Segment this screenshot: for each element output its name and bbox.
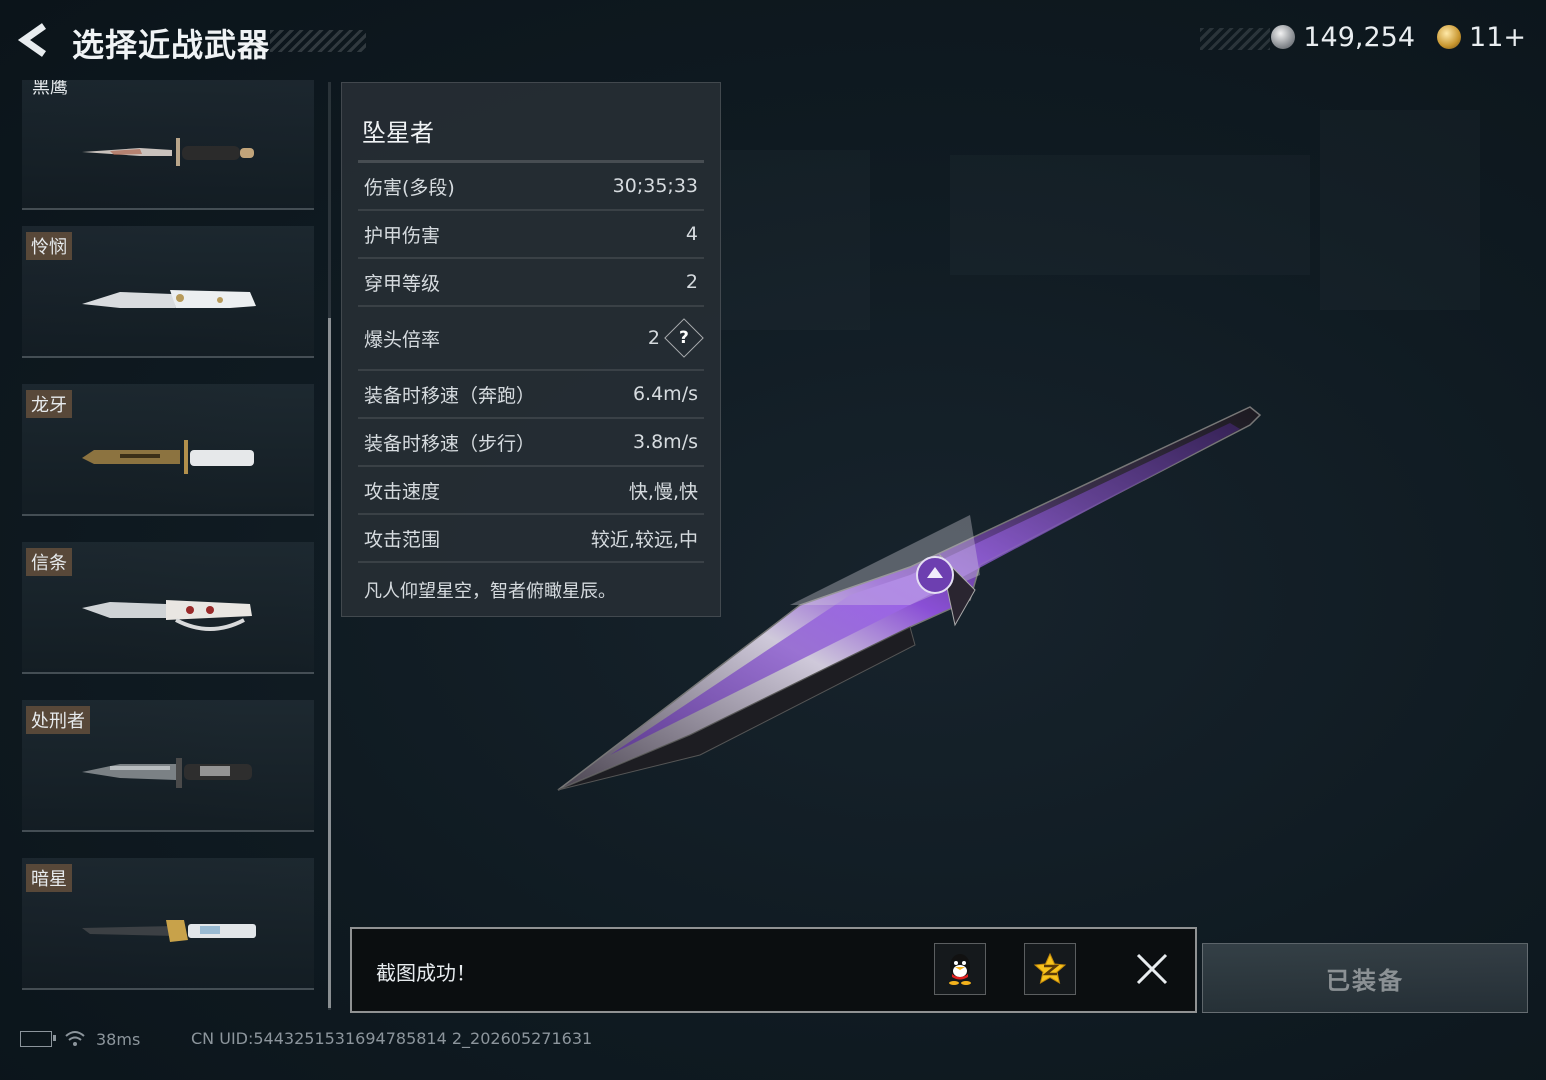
stat-label: 伤害(多段) — [364, 176, 455, 199]
stat-row-penetration: 穿甲等级 2 — [358, 259, 704, 307]
share-qq-button[interactable] — [934, 943, 986, 995]
wifi-icon — [65, 1031, 85, 1046]
close-icon[interactable] — [1134, 951, 1170, 987]
gold-coin-icon — [1437, 25, 1462, 49]
equipped-label: 已装备 — [1326, 966, 1404, 995]
gold-currency-value: 11+ — [1469, 21, 1526, 53]
stat-row-armor-damage: 护甲伤害 4 — [358, 211, 704, 259]
screenshot-toast: 截图成功！ — [350, 927, 1197, 1013]
weapon-name: 黑鹰 — [32, 80, 68, 98]
silver-currency-value: 149,254 — [1303, 21, 1416, 53]
qq-icon — [949, 954, 971, 985]
battery-icon — [20, 1031, 56, 1047]
user-uid: CN UID:5443251531694785814 2_20260527163… — [191, 1029, 593, 1048]
weapon-list[interactable]: 黑鹰 怜悯 龙牙 信条 处刑者 暗星 — [22, 80, 316, 1002]
weapon-name-title: 坠星者 — [362, 119, 434, 147]
weapon-list-scroll-thumb[interactable] — [328, 318, 331, 1008]
back-button[interactable] — [16, 22, 56, 58]
stat-label: 护甲伤害 — [364, 224, 441, 247]
chevron-left-icon — [17, 23, 47, 57]
stat-row-damage: 伤害(多段) 30;35;33 — [358, 163, 704, 211]
stat-value: 2 — [647, 327, 660, 349]
currency-decoration — [1200, 28, 1270, 50]
silver-coin-icon — [1271, 25, 1296, 49]
ping-value: 38ms — [96, 1029, 141, 1049]
help-glyph: ? — [679, 328, 689, 348]
stat-label: 爆头倍率 — [364, 328, 441, 351]
share-qzone-button[interactable] — [1024, 943, 1076, 995]
stat-value: 4 — [685, 223, 698, 245]
stat-label: 装备时移速（奔跑） — [364, 384, 536, 407]
weapon-item-black-eagle[interactable]: 黑鹰 — [22, 80, 314, 210]
currency-bar: 149,254 11+ — [1271, 21, 1526, 53]
executioner-knife-icon — [82, 758, 252, 788]
status-bar: 38ms — [20, 1028, 140, 1050]
weapon-name: 处刑者 — [26, 706, 90, 734]
stat-row-headshot: 爆头倍率 2 ? — [358, 307, 704, 371]
qzone-icon — [1033, 952, 1067, 985]
equipped-button[interactable]: 已装备 — [1202, 943, 1528, 1013]
weapon-name: 暗星 — [26, 864, 72, 892]
background-panel — [1320, 110, 1480, 310]
background-panel — [720, 150, 870, 330]
stat-value: 30;35;33 — [612, 175, 698, 197]
dragon-fang-knife-icon — [82, 440, 254, 474]
stat-label: 攻击范围 — [364, 528, 441, 551]
weapon-item-mercy[interactable]: 怜悯 — [22, 226, 314, 358]
page-title: 选择近战武器 — [72, 26, 271, 64]
weapon-name: 信条 — [26, 548, 72, 576]
toast-message: 截图成功！ — [376, 961, 476, 985]
stat-label: 攻击速度 — [364, 480, 441, 503]
stat-label: 装备时移速（步行） — [364, 432, 536, 455]
mercy-knife-icon — [82, 290, 256, 308]
weapon-item-executioner[interactable]: 处刑者 — [22, 700, 314, 832]
dark-star-knife-icon — [82, 920, 256, 942]
weapon-item-creed[interactable]: 信条 — [22, 542, 314, 674]
stat-value-container: 2 ? — [647, 318, 704, 358]
weapon-preview-image — [557, 406, 1262, 791]
stat-label: 穿甲等级 — [364, 272, 441, 295]
weapon-name: 龙牙 — [26, 390, 72, 418]
stat-value: 2 — [685, 271, 698, 293]
black-eagle-knife-icon — [82, 138, 254, 166]
weapon-item-dark-star[interactable]: 暗星 — [22, 858, 314, 990]
title-decoration — [270, 30, 366, 52]
background-panel — [950, 155, 1310, 275]
help-icon[interactable]: ? — [664, 318, 704, 358]
weapon-name: 怜悯 — [26, 232, 72, 260]
weapon-item-dragon-fang[interactable]: 龙牙 — [22, 384, 314, 516]
creed-knuckle-knife-icon — [82, 600, 252, 631]
